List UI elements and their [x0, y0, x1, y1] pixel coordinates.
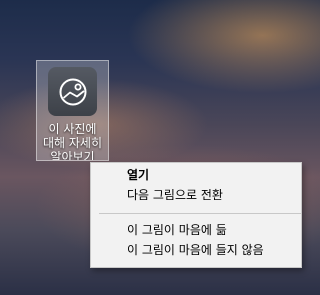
- menu-item-open[interactable]: 열기: [127, 168, 149, 182]
- menu-item-like-picture[interactable]: 이 그림이 마음에 듦: [127, 223, 227, 237]
- shortcut-label: 이 사진에 대해 자세히 알아보기: [42, 122, 102, 161]
- context-menu: 열기 다음 그림으로 전환 이 그림이 마음에 듦 이 그림이 마음에 들지 않…: [90, 162, 302, 268]
- menu-item-dislike-picture[interactable]: 이 그림이 마음에 들지 않음: [127, 243, 264, 257]
- learn-about-picture-shortcut[interactable]: 이 사진에 대해 자세히 알아보기: [36, 60, 109, 161]
- menu-separator: [99, 213, 301, 214]
- menu-item-next-picture[interactable]: 다음 그림으로 전환: [127, 188, 223, 202]
- desktop-background[interactable]: 이 사진에 대해 자세히 알아보기 열기 다음 그림으로 전환 이 그림이 마음…: [0, 0, 302, 295]
- picture-icon: [48, 67, 97, 116]
